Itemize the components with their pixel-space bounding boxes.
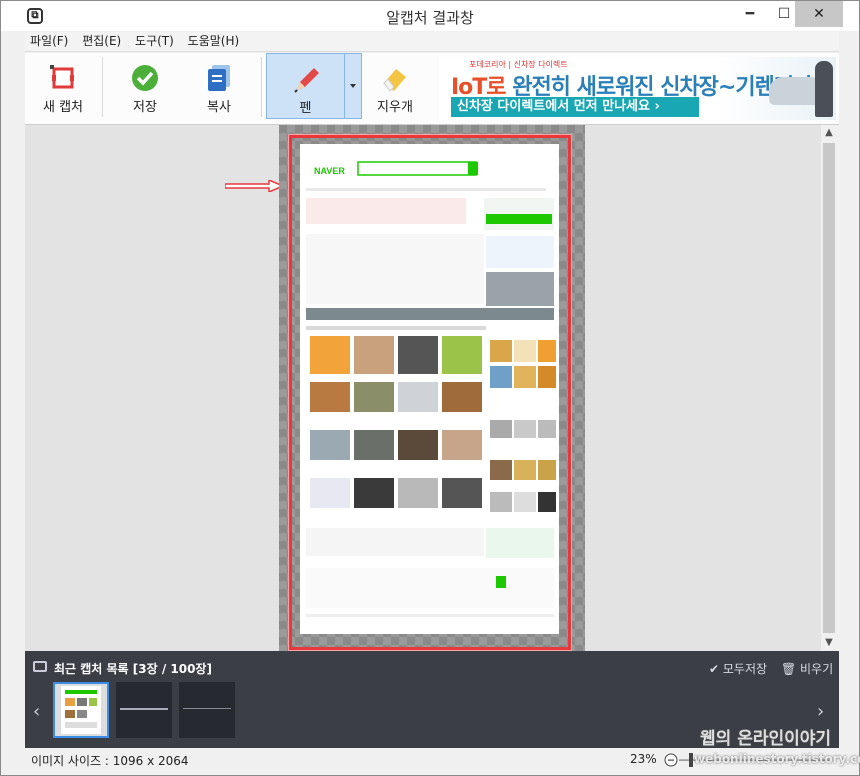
eraser-label: 지우개 bbox=[377, 100, 413, 115]
ad-banner[interactable]: 포데코리아 | 신차장 다이렉트 IoT로 완전히 새로워진 신차장~기렌터카 … bbox=[439, 57, 836, 120]
thumbnail-preview bbox=[61, 686, 101, 734]
pen-icon bbox=[293, 68, 319, 93]
next-arrow-icon[interactable]: › bbox=[817, 701, 824, 722]
scroll-down-arrow-icon[interactable]: ▼ bbox=[821, 635, 837, 651]
copy-icon bbox=[208, 65, 230, 91]
ad-subline: 신차장 다이렉트에서 먼저 만나세요 › bbox=[451, 97, 699, 117]
save-label: 저장 bbox=[133, 100, 157, 115]
webpage-thumbnail: NAVER bbox=[306, 161, 556, 617]
title-bar[interactable]: ⧉ 알캡처 결과창 ━ ☐ ✕ bbox=[1, 1, 859, 31]
toolbar-separator bbox=[261, 57, 262, 117]
capture-result-window: ⧉ 알캡처 결과창 ━ ☐ ✕ 파일(F) 편집(E) 도구(T) 도움말(H)… bbox=[0, 0, 860, 776]
eraser-button[interactable]: 지우개 bbox=[363, 53, 427, 121]
thumbnail-line bbox=[183, 708, 231, 709]
image-canvas[interactable]: NAVER bbox=[25, 125, 821, 651]
pen-button[interactable]: 펜 bbox=[266, 53, 345, 119]
naver-logo: NAVER bbox=[314, 166, 345, 176]
image-size-label: 이미지 사이즈 : 1096 x 2064 bbox=[31, 754, 189, 768]
eraser-icon bbox=[383, 69, 406, 92]
prev-arrow-icon[interactable]: ‹ bbox=[33, 701, 40, 722]
recent-captures-title: 최근 캡처 목록 [3장 / 100장] bbox=[54, 662, 212, 676]
save-button[interactable]: 저장 bbox=[113, 53, 177, 121]
pen-label: 펜 bbox=[299, 101, 312, 116]
toolbar-separator bbox=[102, 57, 103, 117]
menu-tools[interactable]: 도구(T) bbox=[130, 32, 179, 51]
close-button[interactable]: ✕ bbox=[795, 1, 843, 27]
captured-webpage: NAVER bbox=[300, 144, 559, 634]
capture-thumbnail[interactable] bbox=[179, 682, 235, 738]
save-all-button[interactable]: ✔ 모두저장 bbox=[709, 660, 767, 677]
scrollbar-thumb[interactable] bbox=[823, 143, 835, 633]
pen-dropdown[interactable] bbox=[344, 53, 362, 119]
menu-file[interactable]: 파일(F) bbox=[25, 32, 73, 51]
zoom-level: 23% bbox=[630, 752, 657, 766]
watermark-title: 웹의 온라인이야기 bbox=[700, 729, 832, 749]
scroll-up-arrow-icon[interactable]: ▲ bbox=[821, 125, 837, 141]
copy-button[interactable]: 복사 bbox=[187, 53, 251, 121]
capture-thumbnail[interactable] bbox=[53, 682, 109, 738]
thumbnail-line bbox=[120, 708, 168, 710]
new-capture-icon bbox=[50, 65, 74, 89]
copy-label: 복사 bbox=[207, 100, 231, 115]
new-capture-label: 새 캡처 bbox=[42, 100, 83, 115]
capture-thumbnail[interactable] bbox=[116, 682, 172, 738]
person-image bbox=[815, 61, 833, 117]
toolbar: 새 캡처 저장 복사 펜 지우개 포데코리아 | 신차장 다이렉트 IoT로 완… bbox=[25, 53, 839, 125]
image-stage: NAVER bbox=[279, 125, 585, 651]
captured-image-frame[interactable]: NAVER bbox=[289, 135, 571, 650]
vertical-scrollbar[interactable]: ▲ ▼ bbox=[821, 125, 837, 651]
menu-edit[interactable]: 편집(E) bbox=[77, 32, 126, 51]
checkmark-icon bbox=[132, 65, 158, 91]
arrow-annotation bbox=[225, 180, 285, 192]
clear-button[interactable]: 🗑 비우기 bbox=[781, 660, 833, 677]
recent-list-icon bbox=[33, 661, 47, 672]
new-capture-button[interactable]: 새 캡처 bbox=[31, 53, 95, 121]
menu-help[interactable]: 도움말(H) bbox=[183, 32, 245, 51]
watermark: 웹의 온라인이야기 webonlinestory.tistory.com bbox=[690, 720, 860, 772]
watermark-url: webonlinestory.tistory.com bbox=[694, 752, 860, 766]
menu-bar: 파일(F) 편집(E) 도구(T) 도움말(H) bbox=[25, 32, 839, 52]
chevron-down-icon bbox=[350, 84, 356, 88]
